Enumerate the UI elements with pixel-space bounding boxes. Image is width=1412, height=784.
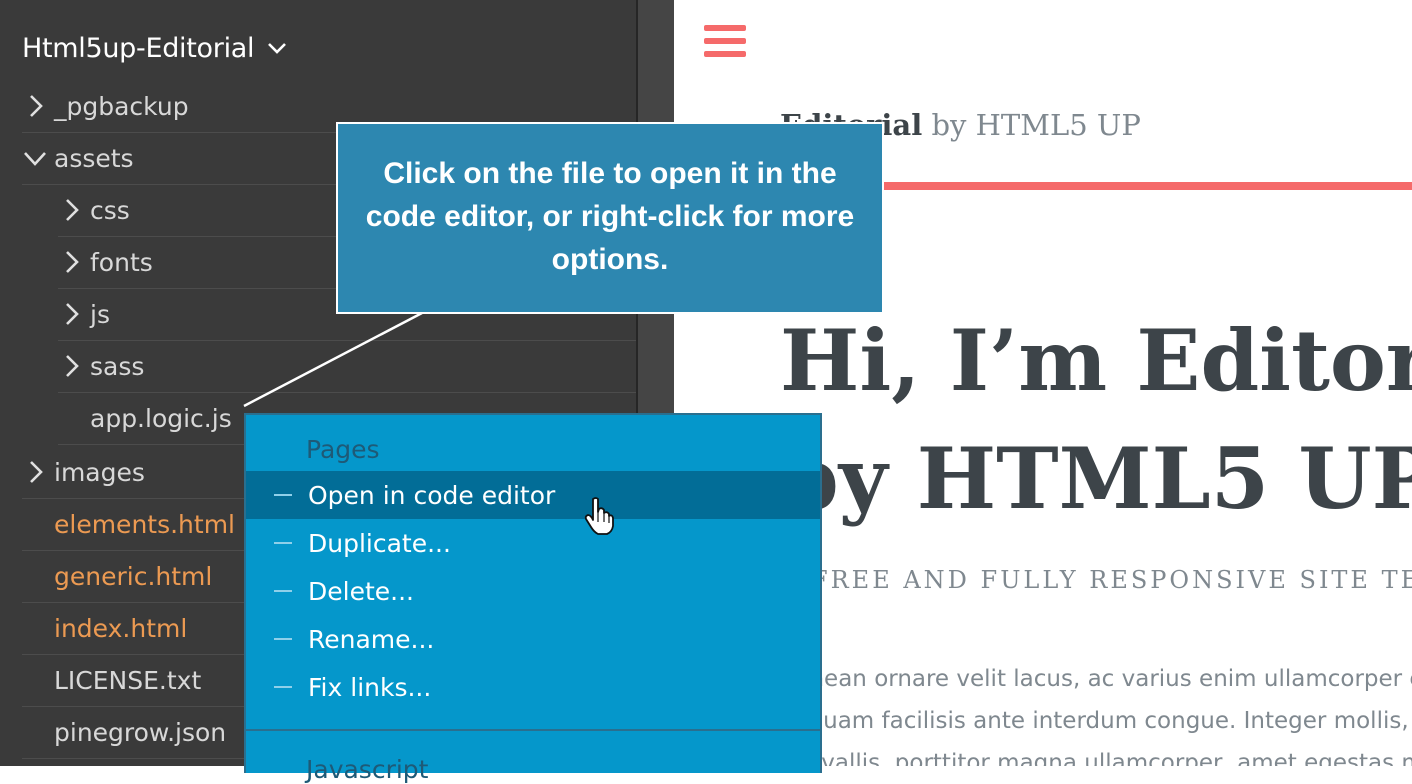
menu-icon[interactable]	[704, 25, 746, 61]
menu-item[interactable]: Fix links...	[246, 663, 820, 711]
tree-item-label: index.html	[54, 613, 188, 643]
dash-icon	[274, 494, 292, 496]
chevron-right-icon[interactable]	[58, 184, 90, 236]
menu-separator	[246, 729, 820, 731]
menu-item-label: Rename...	[308, 624, 435, 654]
dash-icon	[274, 638, 292, 640]
menu-item[interactable]: Duplicate...	[246, 519, 820, 567]
tree-item-label: fonts	[90, 247, 153, 277]
project-title: Html5up-Editorial	[22, 32, 255, 64]
tree-item-label: js	[90, 299, 110, 329]
dash-icon	[274, 590, 292, 592]
dash-icon	[274, 686, 292, 688]
tree-item-label: pinegrow.json	[54, 717, 227, 747]
menu-item-label: Duplicate...	[308, 528, 451, 558]
hero-heading: Hi, I’m Editorial by HTML5 UP	[780, 302, 1412, 538]
menu-item[interactable]: Delete...	[246, 567, 820, 615]
hand-cursor-icon	[584, 497, 614, 535]
tree-folder[interactable]: sass	[58, 340, 636, 393]
project-selector[interactable]: Html5up-Editorial	[22, 28, 288, 68]
menu-item-label: Open in code editor	[308, 480, 556, 510]
body-line: convallis, porttitor magna ullamcorper, …	[780, 750, 1412, 766]
chevron-down-icon[interactable]	[22, 132, 54, 184]
hero-line-2: by HTML5 UP	[780, 429, 1412, 528]
menu-section-header: Javascript	[306, 755, 429, 784]
tree-item-label: sass	[90, 351, 145, 381]
tree-item-label: assets	[54, 143, 134, 173]
chevron-right-icon[interactable]	[58, 340, 90, 392]
menu-item-label: Fix links...	[308, 672, 432, 702]
tree-item-label: css	[90, 195, 130, 225]
context-menu: Pages Open in code editor Duplicate... Del…	[244, 413, 822, 784]
tree-item-label: elements.html	[54, 509, 236, 539]
tree-item-label: LICENSE.txt	[54, 665, 202, 695]
dash-icon	[274, 542, 292, 544]
tree-item-label: generic.html	[54, 561, 213, 591]
menu-item[interactable]: Open in code editor	[246, 471, 820, 519]
tree-item-label: app.logic.js	[90, 403, 232, 433]
tree-item-label: images	[54, 457, 145, 487]
chevron-down-icon	[268, 43, 287, 54]
body-line: Aenean ornare velit lacus, ac varius eni…	[780, 666, 1412, 692]
menu-item-label: Delete...	[308, 576, 414, 606]
hero-body: Aenean ornare velit lacus, ac varius eni…	[780, 658, 1412, 766]
chevron-right-icon[interactable]	[22, 80, 54, 132]
menu-item[interactable]: Rename...	[246, 615, 820, 663]
hero-line-1: Hi, I’m Editorial	[780, 311, 1412, 410]
logo-rest: by HTML5 UP	[922, 108, 1141, 142]
body-line: Aliquam facilisis ante interdum congue. …	[780, 708, 1409, 734]
guide-tooltip: Click on the file to open it in the code…	[336, 122, 884, 314]
chevron-right-icon[interactable]	[58, 288, 90, 340]
tooltip-text: Click on the file to open it in the code…	[365, 157, 855, 276]
tree-item-label: _pgbackup	[54, 91, 189, 121]
chevron-right-icon[interactable]	[22, 446, 54, 498]
menu-section-header: Pages	[306, 435, 380, 464]
chevron-right-icon[interactable]	[58, 236, 90, 288]
hero-subtitle: A FREE AND FULLY RESPONSIVE SITE TEMPLAT…	[780, 566, 1412, 594]
